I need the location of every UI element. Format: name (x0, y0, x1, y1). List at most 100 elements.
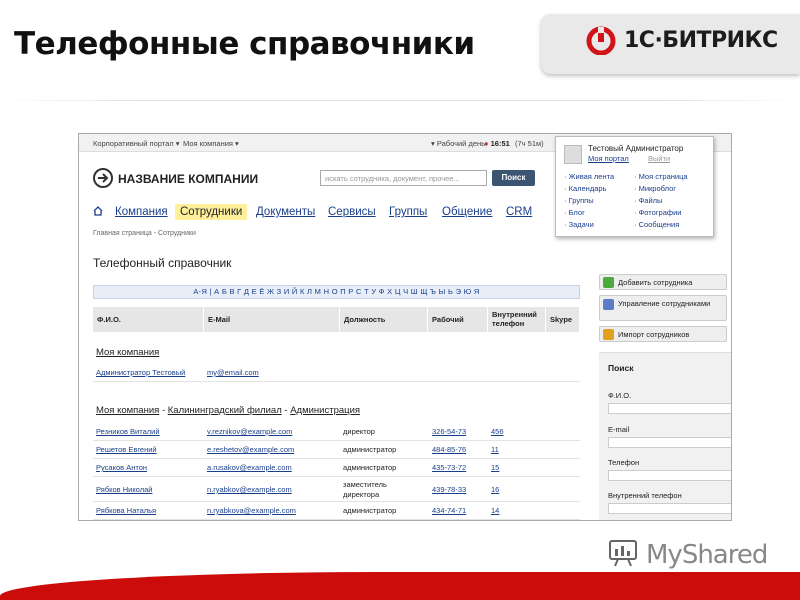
menu-tasks[interactable]: · Задачи (564, 220, 594, 229)
menu-calendar[interactable]: · Календарь (564, 184, 606, 193)
nav-documents[interactable]: Документы (256, 206, 315, 218)
employee-work-phone[interactable]: 435-73-72 (432, 463, 466, 472)
alphabet-filter[interactable]: А-Я | А Б В Г Д Е Ё Ж З И Й К Л М Н О П … (93, 285, 580, 299)
employee-name-link[interactable]: Русаков Антон (96, 463, 147, 472)
workday-label[interactable]: ▾ Рабочий день: (431, 139, 487, 148)
topbar-company-menu[interactable]: Моя компания ▾ (183, 139, 239, 148)
add-user-icon (603, 277, 614, 288)
menu-messages[interactable]: · Сообщения (634, 220, 679, 229)
settings-icon (603, 299, 614, 310)
employee-position: директор (343, 427, 375, 436)
search-phone-input[interactable] (608, 470, 731, 481)
employee-email-link[interactable]: a.rusakov@example.com (207, 463, 292, 472)
employee-position: заместитель директора (343, 480, 387, 499)
employee-name-link[interactable]: Рябкова Наталья (96, 506, 156, 515)
search-name-input[interactable] (608, 403, 731, 414)
table-row: Решетов Евгений e.reshetov@example.com а… (93, 441, 580, 459)
group-link-branch[interactable]: Калининградский филиал (168, 405, 282, 416)
search-internal-input[interactable] (608, 503, 731, 514)
menu-feed[interactable]: · Живая лента (564, 172, 614, 181)
manage-employees-button[interactable]: Управление сотрудниками (599, 295, 727, 321)
col-position[interactable]: Должность (340, 307, 428, 332)
employee-internal-phone[interactable]: 14 (491, 506, 499, 515)
employee-position: администратор (343, 445, 397, 454)
employee-name-link[interactable]: Решетов Евгений (96, 445, 157, 454)
employee-email-link[interactable]: v.reznikov@example.com (207, 427, 292, 436)
brand-name: 1С·БИТРИКС (624, 28, 778, 53)
employee-name-link[interactable]: Резников Виталий (96, 427, 160, 436)
employee-name-link[interactable]: Администратор Тестовый (96, 368, 185, 377)
company-name: НАЗВАНИЕ КОМПАНИИ (118, 172, 259, 186)
group-link-company[interactable]: Моя компания (96, 405, 159, 416)
my-portal-link[interactable]: Моя портал (588, 154, 629, 163)
nav-company[interactable]: Компания (115, 206, 168, 218)
portal-search-button[interactable]: Поиск (492, 170, 535, 186)
myshared-logo-icon (609, 540, 637, 567)
group-separator: - (284, 405, 288, 416)
bitrix-logo-icon (586, 26, 616, 55)
employee-email-link[interactable]: n.ryabkova@example.com (207, 506, 296, 515)
col-email[interactable]: E-Mail (204, 307, 340, 332)
employee-email-link[interactable]: n.ryabkov@example.com (207, 485, 292, 494)
nav-groups[interactable]: Группы (389, 206, 427, 218)
slide-title: Телефонные справочники (14, 26, 475, 62)
user-popup: Тестовый Администратор Моя портал Выйти … (555, 136, 714, 237)
menu-my-page[interactable]: · Моя страница (634, 172, 688, 181)
home-icon[interactable] (93, 206, 103, 216)
col-skype[interactable]: Skype (546, 307, 580, 332)
workday-duration: (7ч 51м) (515, 139, 544, 148)
employee-name-link[interactable]: Рябков Николай (96, 485, 152, 494)
import-employees-button[interactable]: Импорт сотрудников (599, 326, 727, 342)
table-row: Рябков Николай n.ryabkov@example.com зам… (93, 477, 580, 502)
page-title: Телефонный справочник (93, 256, 232, 270)
table-row: Рябкова Наталья n.ryabkova@example.com а… (93, 502, 580, 520)
menu-groups[interactable]: · Группы (564, 196, 594, 205)
topbar-portal-menu[interactable]: Корпоративный портал ▾ (93, 139, 180, 148)
employee-internal-phone[interactable]: 11 (491, 445, 499, 454)
menu-photos[interactable]: · Фотографии (634, 208, 681, 217)
nav-services[interactable]: Сервисы (328, 206, 376, 218)
portal-screenshot: Корпоративный портал ▾ Моя компания ▾ ▾ … (78, 133, 732, 521)
search-label-phone: Телефон (608, 458, 640, 467)
search-label-internal: Внутренний телефон (608, 491, 682, 500)
employee-internal-phone[interactable]: 456 (491, 427, 504, 436)
col-name[interactable]: Ф.И.О. (93, 307, 204, 332)
table-row: Резников Виталий v.reznikov@example.com … (93, 423, 580, 441)
employee-internal-phone[interactable]: 15 (491, 463, 499, 472)
menu-microblog[interactable]: · Микроблог (634, 184, 676, 193)
employee-position: администратор (343, 463, 397, 472)
avatar[interactable] (564, 145, 582, 164)
workday-time: ● 16:51 (484, 139, 510, 148)
title-divider (0, 100, 800, 101)
search-email-input[interactable] (608, 437, 731, 448)
arrow-right-icon (93, 168, 113, 188)
employee-work-phone[interactable]: 439-78-33 (432, 485, 466, 494)
search-label-name: Ф.И.О. (608, 391, 632, 400)
col-work-phone[interactable]: Рабочий (428, 307, 488, 332)
menu-files[interactable]: · Файлы (634, 196, 662, 205)
search-label-email: E-mail (608, 425, 630, 434)
logout-link[interactable]: Выйти (648, 154, 670, 163)
group-title[interactable]: Моя компания (96, 347, 159, 358)
bottom-accent-bar (0, 572, 800, 600)
table-header: Ф.И.О. E-Mail Должность Рабочий Внутренн… (93, 307, 580, 332)
nav-crm[interactable]: CRM (506, 206, 532, 218)
employee-internal-phone[interactable]: 16 (491, 485, 499, 494)
breadcrumb[interactable]: Главная страница - Сотрудники (93, 230, 196, 237)
col-internal-phone[interactable]: Внутренний телефон (488, 307, 546, 332)
nav-employees[interactable]: Сотрудники (175, 204, 248, 220)
search-panel: Поиск Ф.И.О. E-mail Телефон Внутренний т… (599, 352, 731, 520)
employee-work-phone[interactable]: 484-85-76 (432, 445, 466, 454)
employee-work-phone[interactable]: 326-54-73 (432, 427, 466, 436)
nav-communication[interactable]: Общение (442, 206, 492, 218)
import-icon (603, 329, 614, 340)
user-name: Тестовый Администратор (588, 144, 684, 153)
portal-search-input[interactable]: искать сотрудника, документ, прочее... (320, 170, 487, 186)
search-panel-title: Поиск (608, 363, 634, 373)
group-link-department[interactable]: Администрация (290, 405, 360, 416)
employee-email-link[interactable]: my@email.com (207, 368, 259, 377)
employee-work-phone[interactable]: 434-74-71 (432, 506, 466, 515)
menu-blog[interactable]: · Блог (564, 208, 585, 217)
employee-email-link[interactable]: e.reshetov@example.com (207, 445, 294, 454)
add-employee-button[interactable]: Добавить сотрудника (599, 274, 727, 290)
